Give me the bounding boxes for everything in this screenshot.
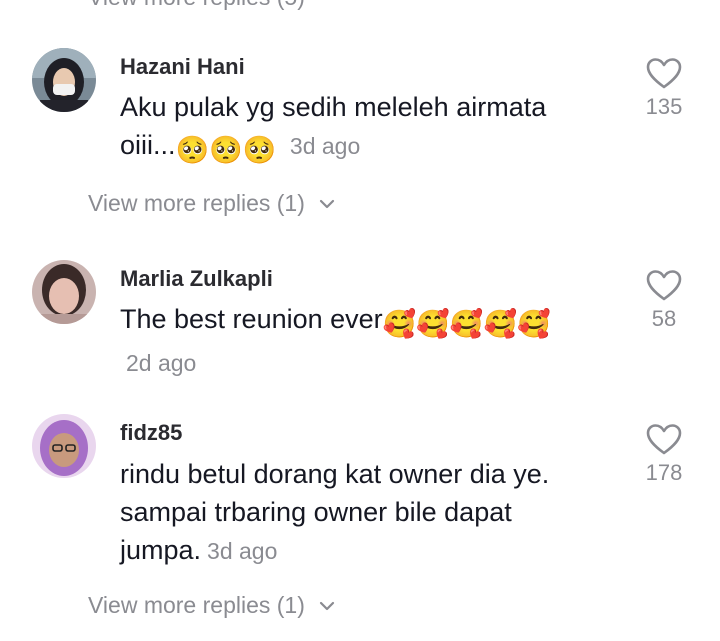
avatar-image	[32, 48, 96, 112]
comment-text-line: oiii...	[120, 130, 176, 160]
comment-username[interactable]: Hazani Hani	[120, 54, 245, 80]
comment-text: Aku pulak yg sedih meleleh airmata oiii.…	[120, 88, 610, 169]
like-button[interactable]: 58	[636, 270, 692, 332]
comment-text: The best reunion ever🥰🥰🥰🥰🥰 2d ago	[120, 300, 610, 382]
comment-timestamp: 3d ago	[207, 538, 278, 564]
comment-text-line: The best reunion ever	[120, 304, 383, 334]
view-more-replies-label: View more replies (1)	[88, 592, 305, 618]
comment-text-line: rindu betul dorang kat owner dia ye.	[120, 459, 550, 489]
comment-timestamp: 3d ago	[289, 133, 361, 159]
chevron-down-icon	[319, 601, 334, 610]
avatar[interactable]	[32, 414, 96, 478]
view-more-replies-link-top[interactable]: View more replies (5)	[88, 0, 305, 11]
avatar[interactable]	[32, 260, 96, 324]
like-count: 178	[645, 460, 683, 485]
comment-timestamp: 2d ago	[126, 350, 197, 376]
like-button[interactable]: 135	[636, 58, 692, 120]
heart-icon	[646, 58, 682, 89]
like-button[interactable]: 178	[636, 424, 692, 486]
heart-icon	[646, 270, 682, 301]
like-count: 135	[645, 94, 683, 119]
heart-icon	[646, 424, 682, 455]
comment-text-line: Aku pulak yg sedih meleleh airmata	[120, 92, 547, 122]
smiling-face-with-hearts-emojis: 🥰🥰🥰🥰🥰	[382, 309, 551, 339]
comment-username[interactable]: fidz85	[120, 420, 182, 446]
comment-username[interactable]: Marlia Zulkapli	[120, 266, 273, 292]
comment-text-line: jumpa.	[120, 535, 202, 565]
avatar-image	[32, 414, 96, 478]
view-more-replies-link[interactable]: View more replies (1)	[88, 190, 335, 217]
view-more-replies-link[interactable]: View more replies (1)	[88, 592, 335, 619]
pleading-face-emojis: 🥺🥺🥺	[175, 135, 277, 165]
avatar[interactable]	[32, 48, 96, 112]
avatar-image	[32, 260, 96, 324]
comment-text-line: sampai trbaring owner bile dapat	[120, 497, 512, 527]
comment-text: rindu betul dorang kat owner dia ye. sam…	[120, 455, 610, 570]
chevron-down-icon	[319, 199, 334, 208]
view-more-replies-label: View more replies (1)	[88, 190, 305, 216]
like-count: 58	[651, 306, 677, 331]
